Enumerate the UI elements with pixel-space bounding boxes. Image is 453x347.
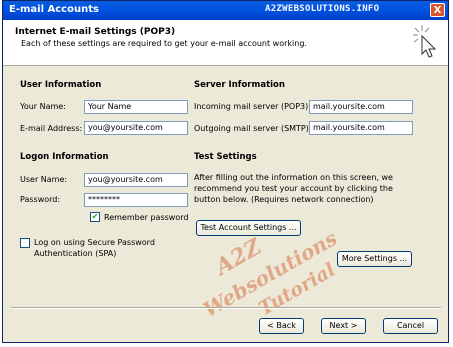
email-address-input[interactable]: you@yoursite.com [84, 121, 188, 135]
remember-password-label: Remember password [104, 213, 189, 222]
server-info-heading: Server Information [194, 80, 285, 90]
user-name-label: User Name: [20, 175, 68, 184]
your-name-input[interactable]: Your Name [84, 100, 188, 114]
close-button[interactable]: X [430, 3, 445, 17]
next-button[interactable]: Next > [321, 318, 366, 334]
cursor-sparkle-icon [413, 25, 437, 58]
spa-label-line2: Authentication (SPA) [34, 249, 117, 258]
user-name-input[interactable]: you@yoursite.com [84, 173, 188, 187]
page-title: Internet E-mail Settings (POP3) [15, 27, 176, 37]
test-settings-heading: Test Settings [194, 152, 257, 162]
more-settings-button[interactable]: More Settings ... [337, 251, 412, 267]
logon-info-heading: Logon Information [20, 152, 109, 162]
password-label: Password: [20, 195, 61, 204]
test-desc-line3: button below. (Requires network connecti… [194, 195, 374, 204]
user-info-heading: User Information [20, 80, 102, 90]
watermark-text: A2ZWEBSOLUTIONS.INFO [265, 4, 380, 14]
test-desc-line2: recommend you test your account by click… [194, 184, 393, 193]
email-address-label: E-mail Address: [20, 124, 83, 133]
your-name-label: Your Name: [20, 102, 66, 111]
footer-separator [11, 307, 441, 309]
password-input[interactable]: ******** [84, 193, 188, 207]
spa-checkbox[interactable] [20, 238, 30, 248]
title-bar: E-mail Accounts A2ZWEBSOLUTIONS.INFO X [3, 1, 448, 20]
window-title: E-mail Accounts [9, 4, 99, 15]
outgoing-server-input[interactable]: mail.yoursite.com [309, 121, 413, 135]
test-account-settings-button[interactable]: Test Account Settings ... [196, 220, 301, 236]
incoming-server-input[interactable]: mail.yoursite.com [309, 100, 413, 114]
page-subtitle: Each of these settings are required to g… [21, 39, 307, 48]
dialog-header: Internet E-mail Settings (POP3) Each of … [3, 20, 448, 66]
incoming-server-label: Incoming mail server (POP3): [194, 102, 311, 111]
back-button[interactable]: < Back [259, 318, 304, 334]
email-accounts-dialog: E-mail Accounts A2ZWEBSOLUTIONS.INFO X I… [2, 0, 449, 343]
outgoing-server-label: Outgoing mail server (SMTP): [194, 124, 312, 133]
spa-label-line1: Log on using Secure Password [34, 238, 155, 247]
cancel-button[interactable]: Cancel [383, 318, 438, 334]
remember-password-checkbox[interactable]: ✔ [90, 212, 100, 222]
test-desc-line1: After filling out the information on thi… [194, 173, 393, 182]
